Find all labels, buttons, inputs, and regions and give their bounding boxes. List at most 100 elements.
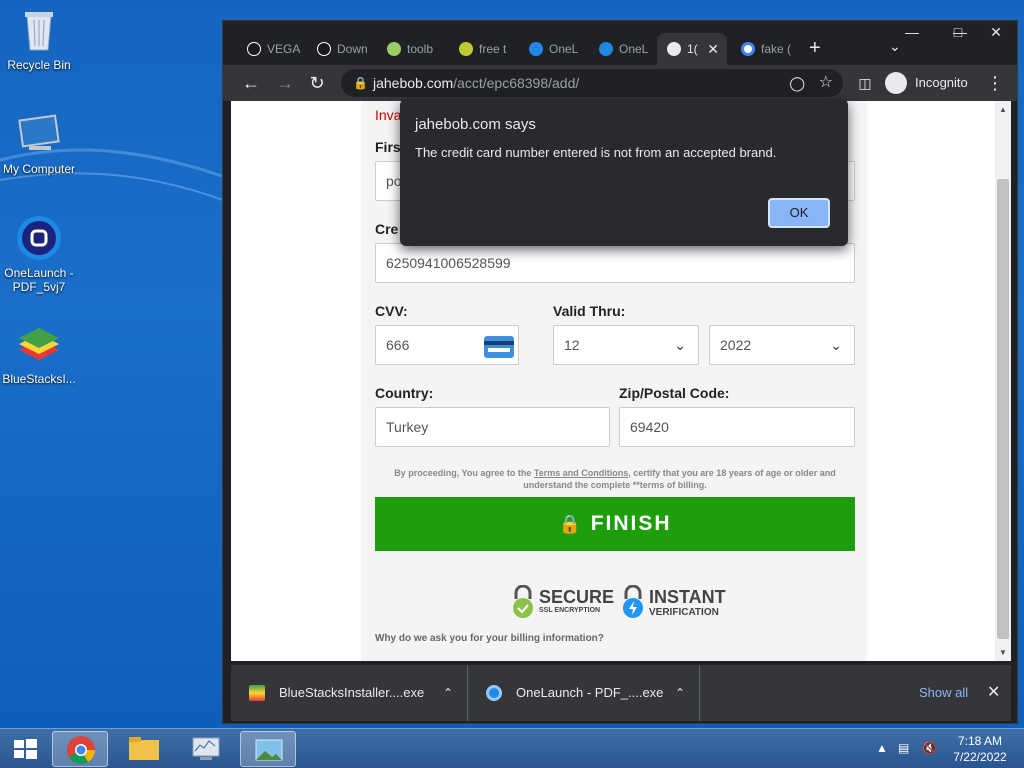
desktop-icon-label: BlueStacksI... — [2, 372, 76, 386]
taskbar-task-manager[interactable] — [178, 731, 234, 767]
tab-4[interactable]: free t — [449, 33, 513, 65]
bookmark-star-icon[interactable]: ☆ — [819, 69, 833, 97]
back-arrow-icon[interactable]: ← — [237, 69, 265, 97]
close-download-bar-icon[interactable]: ✕ — [987, 665, 1000, 721]
scroll-down-icon[interactable]: ▼ — [995, 648, 1011, 657]
close-tab-icon[interactable]: ✕ — [707, 33, 719, 65]
v-favicon-icon — [317, 42, 331, 56]
onelaunch-favicon-icon — [599, 42, 613, 56]
tab-2[interactable]: Down — [307, 33, 373, 65]
tab-8[interactable]: fake ( — [731, 33, 795, 65]
bluestacks-file-icon — [249, 685, 265, 701]
finish-label: FINISH — [590, 512, 672, 535]
chrome-icon — [67, 736, 95, 764]
clock-date: 7/22/2022 — [953, 750, 1007, 764]
tab-1[interactable]: VEGA — [237, 33, 301, 65]
download-item-onelaunch[interactable]: OnеLaunch - PDF_....exe ⌃ — [468, 665, 699, 721]
instant-title: INSTANT — [649, 587, 726, 607]
picture-icon — [255, 739, 283, 761]
monitor-chart-icon — [192, 737, 220, 760]
window-close-icon[interactable]: ✕ — [979, 21, 1013, 45]
url-host: jahebob.com — [373, 75, 454, 91]
taskbar: ▲ ▤ 🔇 7:18 AM 7/22/2022 — [0, 728, 1024, 768]
show-all-downloads-link[interactable]: Show all — [919, 665, 968, 721]
desktop-icon-recycle-bin[interactable]: Recycle Bin — [0, 6, 78, 72]
taskbar-image-app[interactable] — [240, 731, 296, 767]
reload-icon[interactable]: ↻ — [303, 69, 331, 97]
desktop-icon-label: OneLaunch - PDF_5vj7 — [4, 266, 74, 294]
tab-5[interactable]: OneL — [519, 33, 583, 65]
onelaunch-favicon-icon — [529, 42, 543, 56]
system-clock[interactable]: 7:18 AM 7/22/2022 — [944, 733, 1016, 765]
tracking-eye-off-icon[interactable]: ◯ — [789, 69, 805, 97]
download-bar: BlueStacksInstaller....exe ⌃ OnеLaunch -… — [231, 665, 1011, 721]
download-filename: BlueStacksInstaller....exe — [279, 685, 425, 700]
computer-icon — [15, 110, 63, 158]
onelaunch-file-icon — [486, 685, 502, 701]
terms-link[interactable]: Terms and Conditions — [534, 468, 628, 478]
year-select[interactable]: 2022 ⌄ — [709, 325, 855, 365]
credit-card-label: Cre — [375, 221, 399, 237]
bluestacks-icon — [15, 320, 63, 368]
new-tab-button[interactable]: + — [809, 37, 821, 60]
credit-card-input[interactable]: 6250941006528599 — [375, 243, 855, 283]
network-icon[interactable]: ▤ — [898, 741, 909, 755]
chevron-up-icon[interactable]: ⌃ — [443, 665, 453, 721]
download-item-bluestacks[interactable]: BlueStacksInstaller....exe ⌃ — [231, 665, 467, 721]
page-scrollbar[interactable]: ▲ ▼ — [995, 101, 1011, 661]
side-panel-icon[interactable]: ◫ — [851, 69, 879, 97]
instant-subtitle: VERIFICATION — [649, 607, 719, 618]
tab-active[interactable]: 1( ✕ — [657, 33, 727, 65]
tab-label: VEGA — [267, 42, 301, 56]
divider — [699, 665, 700, 721]
finish-button[interactable]: 🔒 FINISH — [375, 497, 855, 551]
clock-time: 7:18 AM — [957, 734, 1003, 748]
folder-icon — [129, 737, 159, 760]
scroll-up-icon[interactable]: ▲ — [995, 105, 1011, 114]
menu-kebab-icon[interactable]: ⋮ — [981, 69, 1009, 97]
cvv-input[interactable]: 666 — [375, 325, 519, 365]
forward-arrow-icon[interactable]: → — [271, 69, 299, 97]
tab-label: Down — [337, 42, 368, 56]
window-minimize-icon[interactable]: — — [895, 21, 929, 45]
billing-info-question: Why do we ask you for your billing infor… — [375, 633, 604, 644]
secure-title: SECURE — [539, 587, 615, 607]
taskbar-file-explorer[interactable] — [116, 731, 172, 767]
chevron-down-icon: ⌄ — [674, 337, 686, 353]
url-path: /acct/epc68398/add/ — [453, 75, 580, 91]
start-button[interactable] — [2, 731, 48, 767]
windows-logo-icon — [14, 739, 37, 759]
desktop-icon-label: Recycle Bin — [7, 58, 71, 72]
first-name-label: Firs — [375, 139, 401, 155]
zip-label: Zip/Postal Code: — [619, 385, 730, 401]
dialog-ok-button[interactable]: OK — [768, 198, 830, 228]
valid-thru-label: Valid Thru: — [553, 303, 626, 319]
incognito-icon — [885, 72, 907, 94]
tab-label: toolb — [407, 42, 434, 56]
month-select[interactable]: 12 ⌄ — [553, 325, 699, 365]
incognito-indicator[interactable]: Incognito — [885, 69, 968, 97]
tab-3[interactable]: toolb — [377, 33, 443, 65]
instant-lock-icon — [621, 584, 645, 619]
google-favicon-icon — [741, 42, 755, 56]
secure-lock-icon — [511, 584, 535, 619]
country-input[interactable]: Turkey — [375, 407, 610, 447]
tab-label: fake ( — [761, 42, 792, 56]
desktop-icon-my-computer[interactable]: My Computer — [0, 110, 78, 176]
chevron-up-icon[interactable]: ⌃ — [675, 665, 685, 721]
desktop-icon-onelaunch[interactable]: OneLaunch - PDF_5vj7 — [0, 214, 78, 294]
zip-input[interactable]: 69420 — [619, 407, 855, 447]
tab-6[interactable]: OneL — [589, 33, 653, 65]
address-bar[interactable]: 🔒 jahebob.com/acct/epc68398/add/ ◯ ☆ — [341, 69, 843, 97]
taskbar-chrome[interactable] — [52, 731, 108, 767]
onelaunch-icon — [15, 214, 63, 262]
desktop-icon-bluestacks[interactable]: BlueStacksI... — [0, 320, 78, 386]
show-hidden-icons-icon[interactable]: ▲ — [876, 741, 888, 755]
tab-label: 1( — [687, 42, 698, 56]
volume-muted-icon[interactable]: 🔇 — [922, 741, 937, 755]
scrollbar-thumb[interactable] — [997, 179, 1009, 639]
cvv-label: CVV: — [375, 303, 408, 319]
window-maximize-icon[interactable]: □ — [941, 21, 975, 45]
tab-strip: — VEGA Down toolb free t OneL OneL 1( ✕ f… — [223, 21, 1017, 65]
dialog-title: jahebob.com says — [415, 116, 536, 133]
